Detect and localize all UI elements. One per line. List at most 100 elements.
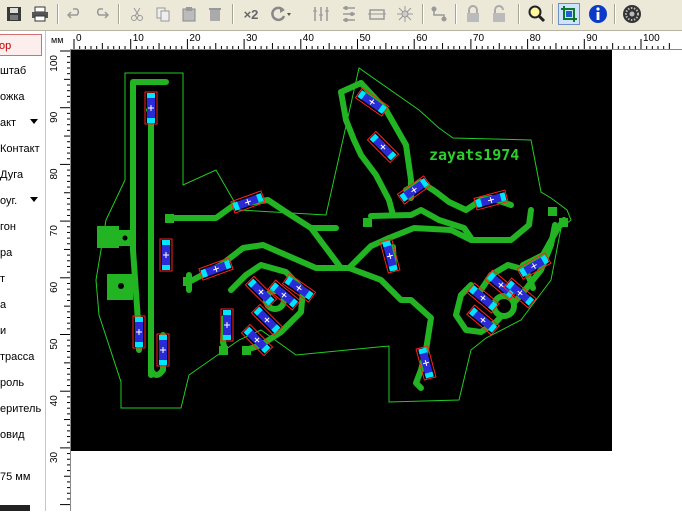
horizontal-ruler[interactable]: 0 10 20 30 40 50 60 70 80 90 100: [70, 31, 682, 50]
toolbar-separator: [552, 4, 554, 24]
sidebar-item-label: гон: [0, 221, 16, 233]
sidebar-item-label: ожка: [0, 91, 25, 103]
rotate-icon[interactable]: [270, 3, 292, 25]
sidebar-item-autoroute[interactable]: трасса: [0, 346, 34, 368]
sidebar-item-macro[interactable]: а: [0, 294, 6, 316]
square-pad[interactable]: [165, 214, 174, 223]
ruler-label: 70: [49, 225, 60, 237]
smd-resistor[interactable]: [132, 315, 146, 349]
ruler-label: 50: [360, 33, 372, 44]
connections-icon[interactable]: [558, 3, 580, 25]
ruler-label: 70: [473, 33, 485, 44]
track: [308, 225, 344, 271]
square-pad[interactable]: [548, 207, 557, 216]
square-pad[interactable]: [219, 346, 228, 355]
ruler-label: 30: [49, 451, 60, 463]
square-pad[interactable]: [183, 277, 192, 286]
lock-icon[interactable]: [462, 3, 484, 25]
toolbar-separator: [57, 4, 59, 24]
multiply-icon[interactable]: ×2: [240, 3, 262, 25]
sidebar-item-label: штаб: [0, 65, 27, 77]
ruler-label: 40: [49, 395, 60, 407]
sidebar-item-arc[interactable]: Дуга: [0, 164, 23, 186]
sidebar-item-label: а: [0, 299, 7, 311]
ruler-label: 0: [76, 33, 82, 44]
track: [346, 265, 434, 391]
square-pad[interactable]: [242, 346, 251, 355]
sidebar-item-connections[interactable]: и: [0, 320, 6, 342]
grid-measure-value: 75 мм: [0, 471, 31, 483]
sidebar-item-polygon[interactable]: гон: [0, 216, 16, 238]
ruler-label: 100: [643, 33, 660, 44]
sidebar-item-control[interactable]: роль: [0, 372, 24, 394]
smd-resistor[interactable]: [379, 238, 401, 274]
copy-icon[interactable]: [152, 3, 174, 25]
smd-resistor[interactable]: [198, 257, 234, 281]
sidebar-item-contact[interactable]: акт: [0, 112, 45, 134]
track-group: [130, 79, 567, 391]
smd-resistor[interactable]: [473, 189, 509, 211]
square-pad[interactable]: [559, 218, 568, 227]
multiply-label: ×2: [243, 6, 259, 22]
sidebar-item-track[interactable]: ожка: [0, 86, 25, 108]
pcb-layout[interactable]: zayats1974: [71, 50, 612, 451]
print-icon[interactable]: [29, 3, 51, 25]
sidebar-item-photoview[interactable]: овид: [0, 424, 25, 446]
ruler-label: 10: [133, 33, 145, 44]
sidebar-item-label: Дуга: [0, 169, 24, 181]
sidebar-item-label: и: [0, 325, 7, 337]
toolbar-separator: [232, 4, 234, 24]
undo-icon[interactable]: [64, 3, 86, 25]
smd-resistor[interactable]: [159, 238, 173, 272]
board-label[interactable]: zayats1974: [429, 146, 519, 164]
zoom-icon[interactable]: [526, 3, 548, 25]
ruler-label: 80: [530, 33, 542, 44]
info-icon[interactable]: [587, 3, 609, 25]
sidebar-item-scale[interactable]: штаб: [0, 60, 26, 82]
sidebar-item-text[interactable]: т: [0, 268, 5, 290]
color-swatch[interactable]: [0, 505, 30, 511]
sidebar-item-rectangle[interactable]: оуг.: [0, 190, 45, 212]
sidebar-item-selector[interactable]: ор: [0, 34, 42, 56]
align-icon[interactable]: [338, 3, 360, 25]
toolbar: ×2: [0, 0, 682, 31]
vertical-ruler[interactable]: 100 90 80 70 60 50 40 30: [46, 49, 71, 511]
ruler-label: 60: [49, 281, 60, 293]
ruler-label: 100: [49, 55, 60, 72]
sidebar-item-smd-contact[interactable]: Контакт: [0, 138, 40, 160]
smd-resistor[interactable]: [156, 333, 170, 367]
drill-hole: [122, 235, 128, 241]
cut-icon[interactable]: [126, 3, 148, 25]
toolbar-separator: [422, 4, 424, 24]
sidebar-item-label: оуг.: [0, 195, 18, 207]
connector-pad[interactable]: [97, 226, 119, 248]
ruler-label: 90: [586, 33, 598, 44]
gear-icon[interactable]: [621, 3, 643, 25]
pcb-board[interactable]: zayats1974: [71, 50, 612, 451]
unlock-icon[interactable]: [488, 3, 510, 25]
delete-icon[interactable]: [204, 3, 226, 25]
snap-icon[interactable]: [394, 3, 416, 25]
tool-sidebar: ор штаб ожка акт Контакт Дуга оуг. гон р…: [0, 31, 46, 511]
canvas-area[interactable]: zayats1974: [71, 50, 682, 511]
chevron-down-icon[interactable]: [30, 197, 38, 202]
sidebar-item-figure[interactable]: ра: [0, 242, 12, 264]
smd-resistor[interactable]: [366, 130, 400, 164]
paste-icon[interactable]: [178, 3, 200, 25]
toolbar-separator: [455, 4, 457, 24]
chevron-down-icon[interactable]: [30, 119, 38, 124]
sidebar-item-label: ор: [0, 40, 12, 52]
redo-icon[interactable]: [90, 3, 112, 25]
sidebar-item-label: трасса: [0, 351, 35, 363]
toolbar-separator: [118, 4, 120, 24]
mirror-icon[interactable]: [310, 3, 332, 25]
save-icon[interactable]: [3, 3, 25, 25]
sidebar-item-measure[interactable]: еритель: [0, 398, 41, 420]
ruler-label: 40: [303, 33, 315, 44]
sidebar-item-label: ра: [0, 247, 13, 259]
route-icon[interactable]: [428, 3, 450, 25]
group-icon[interactable]: [366, 3, 388, 25]
grid-measure[interactable]: 75 мм: [0, 466, 30, 488]
ruler-label: 90: [49, 111, 60, 123]
square-pad[interactable]: [363, 218, 372, 227]
